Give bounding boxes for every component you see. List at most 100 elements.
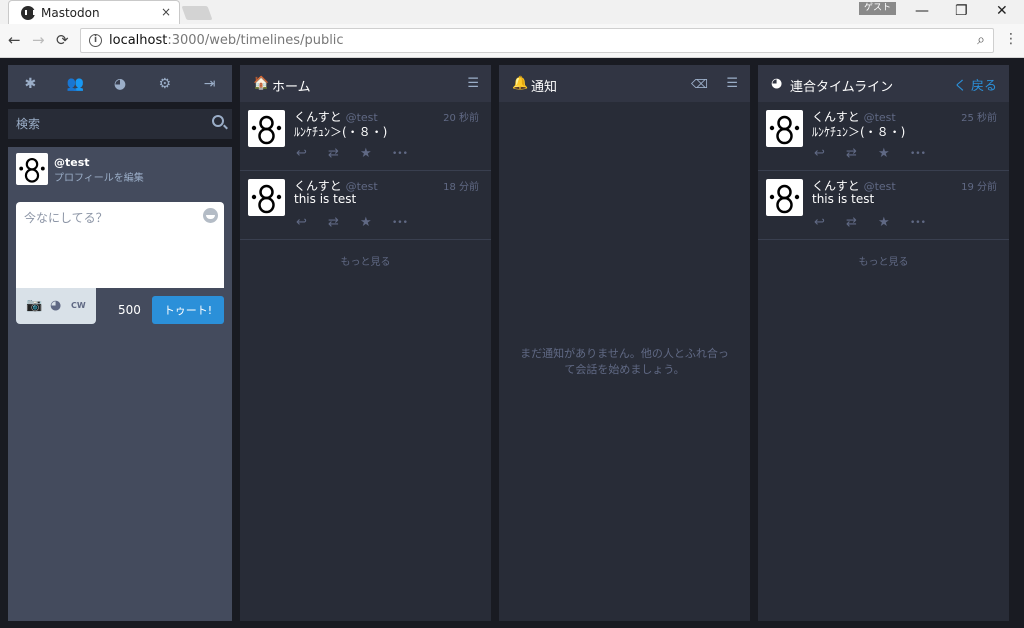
back-button[interactable]: く 戻る xyxy=(954,75,997,94)
guest-profile-badge[interactable]: ゲスト xyxy=(859,2,897,15)
emoji-picker-icon[interactable] xyxy=(203,208,218,223)
more-options-icon[interactable]: ••• xyxy=(910,147,926,161)
relative-time[interactable]: 19 分前 xyxy=(961,178,997,193)
boost-icon[interactable]: ⇄ xyxy=(328,216,339,230)
status-actions: ↩ ⇄ ★ ••• xyxy=(812,216,932,232)
boost-icon[interactable]: ⇄ xyxy=(328,147,339,161)
browser-titlebar: Mastodon × ゲスト — ❐ ✕ xyxy=(0,0,1024,24)
window-restore-button[interactable]: ❐ xyxy=(955,3,968,19)
site-info-icon[interactable]: i xyxy=(89,34,102,47)
avatar[interactable] xyxy=(248,110,285,147)
favourite-icon[interactable]: ★ xyxy=(360,216,372,230)
compose-tools: 📷 ◕ CW xyxy=(16,288,96,324)
column-settings-icon[interactable]: ☰ xyxy=(467,76,479,91)
favourite-icon[interactable]: ★ xyxy=(878,147,890,161)
privacy-globe-icon[interactable]: ◕ xyxy=(50,298,61,313)
favourite-icon[interactable]: ★ xyxy=(878,216,890,230)
status[interactable]: くんすと @test 19 分前 this is test ↩ ⇄ ★ ••• xyxy=(758,171,1009,240)
reply-icon[interactable]: ↩ xyxy=(814,147,825,161)
settings-gear-icon[interactable]: ⚙ xyxy=(150,76,180,92)
compose-drawer: ✱ 👥 ◕ ⚙ ⇥ @test プロフィールを編集 📷 ◕ CW xyxy=(8,65,232,621)
new-tab-button[interactable] xyxy=(181,6,213,20)
status-content: this is test xyxy=(294,192,357,206)
bell-icon: 🔔 xyxy=(512,76,529,91)
search-box xyxy=(8,109,232,139)
status[interactable]: くんすと @test 20 秒前 ﾙﾝｹﾁｭﾝ＞(・８・) ↩ ⇄ ★ ••• xyxy=(240,102,491,171)
column-settings-icon[interactable]: ☰ xyxy=(726,76,738,91)
load-more-link[interactable]: もっと見る xyxy=(240,253,491,268)
federated-timeline-column: ◕ 連合タイムライン く 戻る くんすと @test 25 秒前 ﾙﾝｹﾁｭﾝ＞… xyxy=(758,65,1009,621)
status[interactable]: くんすと @test 25 秒前 ﾙﾝｹﾁｭﾝ＞(・８・) ↩ ⇄ ★ ••• xyxy=(758,102,1009,171)
back-arrow-icon[interactable]: ← xyxy=(8,32,21,48)
home-column-header[interactable]: 🏠 ホーム ☰ xyxy=(240,65,491,102)
getting-started-icon[interactable]: ✱ xyxy=(15,76,45,92)
boost-icon[interactable]: ⇄ xyxy=(846,147,857,161)
tab-title: Mastodon xyxy=(41,6,100,20)
boost-icon[interactable]: ⇄ xyxy=(846,216,857,230)
favourite-icon[interactable]: ★ xyxy=(360,147,372,161)
relative-time[interactable]: 18 分前 xyxy=(443,178,479,193)
reply-icon[interactable]: ↩ xyxy=(814,216,825,230)
reply-icon[interactable]: ↩ xyxy=(296,147,307,161)
avatar[interactable] xyxy=(16,153,48,185)
status-actions: ↩ ⇄ ★ ••• xyxy=(812,147,932,163)
status-actions: ↩ ⇄ ★ ••• xyxy=(294,147,414,163)
more-options-icon[interactable]: ••• xyxy=(392,147,408,161)
toot-button[interactable]: トゥート! xyxy=(152,296,224,324)
avatar[interactable] xyxy=(766,110,803,147)
drawer-header: ✱ 👥 ◕ ⚙ ⇥ xyxy=(8,65,232,102)
character-counter: 500 xyxy=(118,303,141,317)
tab-close-icon[interactable]: × xyxy=(161,5,171,19)
search-input[interactable] xyxy=(8,109,232,139)
clear-notifications-icon[interactable]: ⌫ xyxy=(691,77,708,91)
display-name: くんすと xyxy=(812,179,860,193)
status-content: ﾙﾝｹﾁｭﾝ＞(・８・) xyxy=(294,125,388,139)
notifications-column-header[interactable]: 🔔 通知 ⌫ ☰ xyxy=(499,65,750,102)
column-title: 通知 xyxy=(531,80,558,95)
reload-icon[interactable]: ⟳ xyxy=(56,32,69,48)
window-minimize-button[interactable]: — xyxy=(915,3,929,19)
globe-icon: ◕ xyxy=(771,76,783,91)
compose-textarea[interactable] xyxy=(16,202,224,288)
relative-time[interactable]: 20 秒前 xyxy=(443,109,479,124)
window-close-button[interactable]: ✕ xyxy=(996,3,1008,19)
display-name: くんすと xyxy=(294,110,342,124)
column-title: ホーム xyxy=(272,80,311,95)
account-handle[interactable]: @test xyxy=(54,156,90,169)
display-name: くんすと xyxy=(294,179,342,193)
public-globe-icon[interactable]: ◕ xyxy=(105,76,135,92)
mastodon-favicon-icon xyxy=(21,6,35,20)
load-more-link[interactable]: もっと見る xyxy=(758,253,1009,268)
camera-icon[interactable]: 📷 xyxy=(26,298,42,313)
browser-menu-icon[interactable]: ⋮ xyxy=(1004,31,1018,47)
empty-notifications-message: まだ通知がありません。他の人とふれ合って会話を始めましょう。 xyxy=(520,347,729,376)
more-options-icon[interactable]: ••• xyxy=(392,216,408,230)
browser-tab[interactable]: Mastodon × xyxy=(8,0,180,24)
federated-column-header[interactable]: ◕ 連合タイムライン く 戻る xyxy=(758,65,1009,102)
status-content: ﾙﾝｹﾁｭﾝ＞(・８・) xyxy=(812,125,906,139)
avatar[interactable] xyxy=(766,179,803,216)
community-icon[interactable]: 👥 xyxy=(60,76,90,92)
avatar[interactable] xyxy=(248,179,285,216)
browser-toolbar: ← → ⟳ i localhost:3000/web/timelines/pub… xyxy=(0,24,1024,58)
logout-icon[interactable]: ⇥ xyxy=(195,76,225,92)
edit-profile-link[interactable]: プロフィールを編集 xyxy=(54,169,144,184)
url-path: :3000/web/timelines/public xyxy=(167,33,344,48)
more-options-icon[interactable]: ••• xyxy=(910,216,926,230)
display-name: くんすと xyxy=(812,110,860,124)
reply-icon[interactable]: ↩ xyxy=(296,216,307,230)
forward-arrow-icon[interactable]: → xyxy=(32,32,45,48)
url-host: localhost xyxy=(109,33,168,48)
home-icon: 🏠 xyxy=(253,76,270,91)
relative-time[interactable]: 25 秒前 xyxy=(961,109,997,124)
url-text: localhost:3000/web/timelines/public xyxy=(109,33,344,48)
content-warning-button[interactable]: CW xyxy=(71,301,86,310)
compose-area: @test プロフィールを編集 📷 ◕ CW 500 トゥート! xyxy=(8,147,232,621)
status-content: this is test xyxy=(812,192,875,206)
address-bar[interactable]: i localhost:3000/web/timelines/public ⌕ xyxy=(80,28,994,53)
status[interactable]: くんすと @test 18 分前 this is test ↩ ⇄ ★ ••• xyxy=(240,171,491,240)
home-column: 🏠 ホーム ☰ くんすと @test 20 秒前 ﾙﾝｹﾁｭﾝ＞(・８・) ↩ … xyxy=(240,65,491,621)
notifications-column: 🔔 通知 ⌫ ☰ まだ通知がありません。他の人とふれ合って会話を始めましょう。 xyxy=(499,65,750,621)
search-icon[interactable] xyxy=(212,115,224,127)
zoom-icon[interactable]: ⌕ xyxy=(977,32,985,48)
